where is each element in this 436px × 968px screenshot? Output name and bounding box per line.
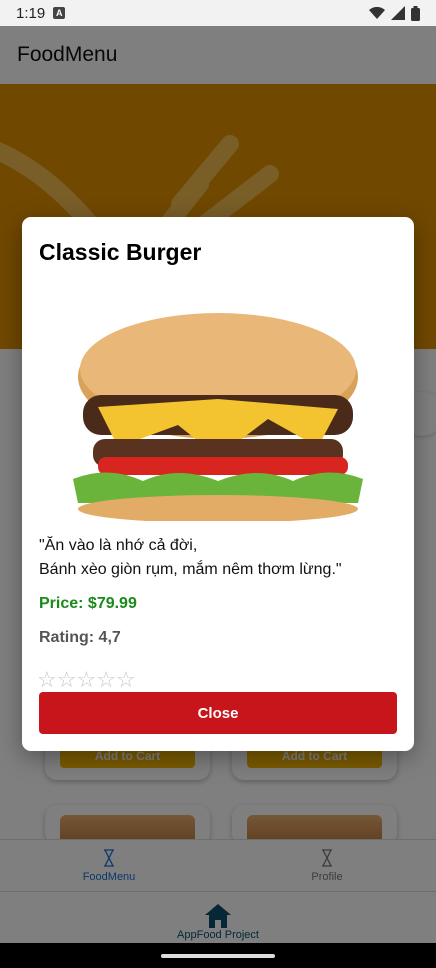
signal-icon [391, 6, 405, 20]
status-bar: 1:19 A [0, 0, 436, 26]
star-icon[interactable]: ☆ [96, 669, 116, 691]
wifi-icon [369, 6, 385, 19]
description-line: "Ăn vào là nhớ cả đời, [39, 537, 198, 554]
star-icon[interactable]: ☆ [37, 669, 57, 691]
modal-rating: Rating: 4,7 [39, 629, 121, 646]
battery-icon [411, 5, 420, 21]
star-icon[interactable]: ☆ [116, 669, 136, 691]
status-time: 1:19 [16, 4, 46, 22]
star-icon[interactable]: ☆ [57, 669, 77, 691]
rating-stars[interactable]: ☆ ☆ ☆ ☆ ☆ [37, 669, 136, 691]
close-button[interactable]: Close [39, 692, 397, 734]
modal-title: Classic Burger [39, 239, 202, 265]
modal-description: "Ăn vào là nhớ cả đời, Bánh xèo giòn rụm… [39, 534, 399, 582]
modal-price: Price: $79.99 [39, 595, 137, 612]
food-detail-modal: Classic Burger "Ăn vào là nhớ cả đời, Bá… [22, 217, 414, 751]
description-line: Bánh xèo giòn rụm, mắm nêm thơm lừng." [39, 561, 342, 578]
notification-icon: A [53, 7, 66, 19]
home-indicator[interactable] [161, 953, 275, 958]
star-icon[interactable]: ☆ [76, 669, 96, 691]
burger-image [73, 313, 363, 521]
gesture-bar [0, 943, 436, 968]
status-icons [369, 5, 420, 21]
